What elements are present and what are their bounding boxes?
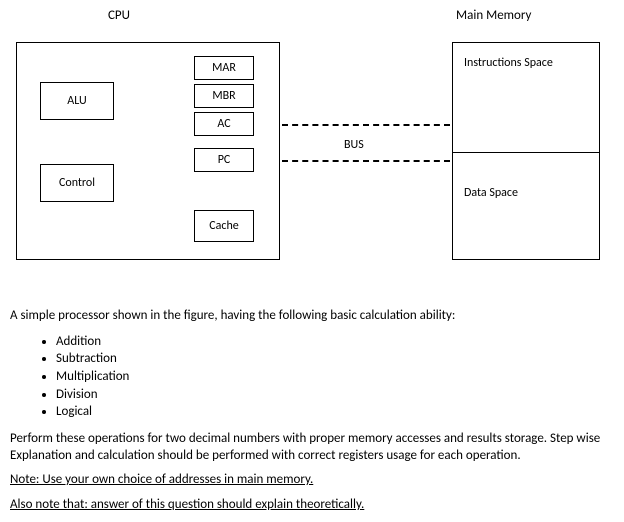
note-1: Note: Use your own choice of addresses i… — [10, 472, 614, 489]
memory-title: Main Memory — [456, 8, 531, 23]
list-item: Addition — [56, 333, 614, 351]
memory-box — [452, 42, 600, 260]
intro-paragraph: A simple processor shown in the figure, … — [10, 308, 614, 325]
list-item: Multiplication — [56, 368, 614, 386]
operations-list: Addition Subtraction Multiplication Divi… — [56, 333, 614, 421]
problem-text: A simple processor shown in the figure, … — [10, 308, 614, 514]
list-item: Logical — [56, 403, 614, 421]
pc-label: PC — [218, 153, 231, 167]
bus-line-top — [282, 124, 450, 126]
alu-label: ALU — [67, 94, 86, 108]
alu-block: ALU — [40, 82, 114, 120]
mar-label: MAR — [212, 61, 236, 75]
list-item: Division — [56, 386, 614, 404]
mbr-label: MBR — [212, 89, 235, 103]
memory-divider — [452, 152, 600, 153]
bus-line-bottom — [282, 160, 450, 162]
instructions-space-label: Instructions Space — [464, 56, 553, 70]
pc-block: PC — [194, 148, 254, 172]
data-space-label: Data Space — [464, 186, 518, 200]
cache-label: Cache — [209, 219, 239, 233]
list-item: Subtraction — [56, 350, 614, 368]
note-2: Also note that: answer of this question … — [10, 497, 614, 514]
control-label: Control — [59, 176, 95, 190]
ac-block: AC — [194, 112, 254, 136]
cache-block: Cache — [194, 210, 254, 242]
control-block: Control — [40, 164, 114, 202]
cpu-title: CPU — [108, 8, 130, 23]
bus-label: BUS — [344, 138, 364, 152]
task-paragraph: Perform these operations for two decimal… — [10, 431, 614, 465]
ac-label: AC — [217, 117, 230, 131]
mar-block: MAR — [194, 56, 254, 80]
mbr-block: MBR — [194, 84, 254, 108]
